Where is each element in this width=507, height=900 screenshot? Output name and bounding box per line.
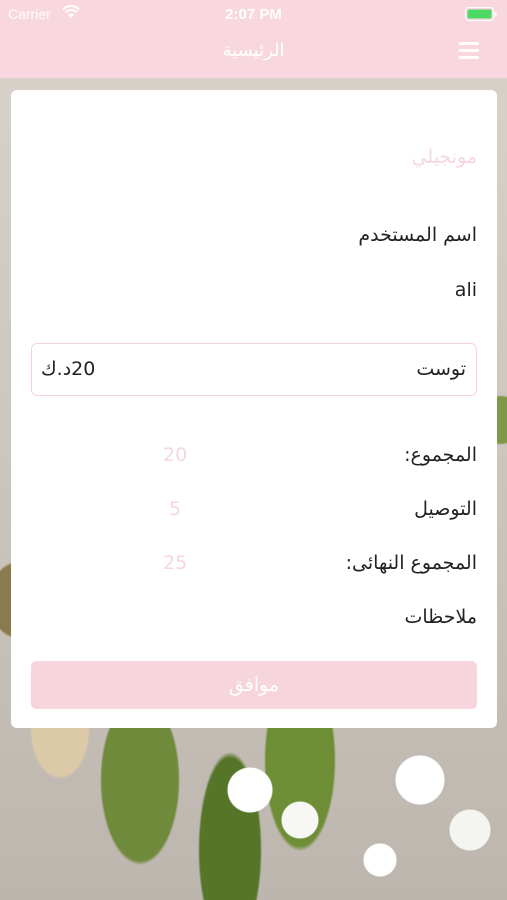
delivery-value: 5 xyxy=(169,498,182,520)
item-name: توست xyxy=(416,358,466,380)
status-bar: Carrier 2:07 PM xyxy=(0,0,507,28)
username-label: اسم المستخدم xyxy=(358,224,477,246)
delivery-label: التوصيل xyxy=(414,498,477,520)
notes-label: ملاحظات xyxy=(404,606,477,628)
battery-icon xyxy=(465,7,497,21)
subtotal-value: 20 xyxy=(163,444,188,466)
username-value: ali xyxy=(454,279,477,301)
grand-total-label: المجموع النهائى: xyxy=(345,552,477,574)
subtotal-label: المجموع: xyxy=(404,444,477,466)
item-price: 20د.ك xyxy=(41,358,96,380)
hamburger-menu-icon[interactable] xyxy=(459,42,479,60)
grand-total-value: 25 xyxy=(163,552,188,574)
order-dialog: مونجيلي اسم المستخدم ali توست 20د.ك المج… xyxy=(11,90,497,728)
order-item-row: توست 20د.ك xyxy=(31,343,477,396)
nav-bar: الرئيسية xyxy=(0,28,507,78)
page-title: الرئيسية xyxy=(222,40,285,61)
ok-button[interactable]: موافق xyxy=(31,661,477,709)
app-name: مونجيلي xyxy=(411,146,477,168)
status-time: 2:07 PM xyxy=(225,6,282,23)
